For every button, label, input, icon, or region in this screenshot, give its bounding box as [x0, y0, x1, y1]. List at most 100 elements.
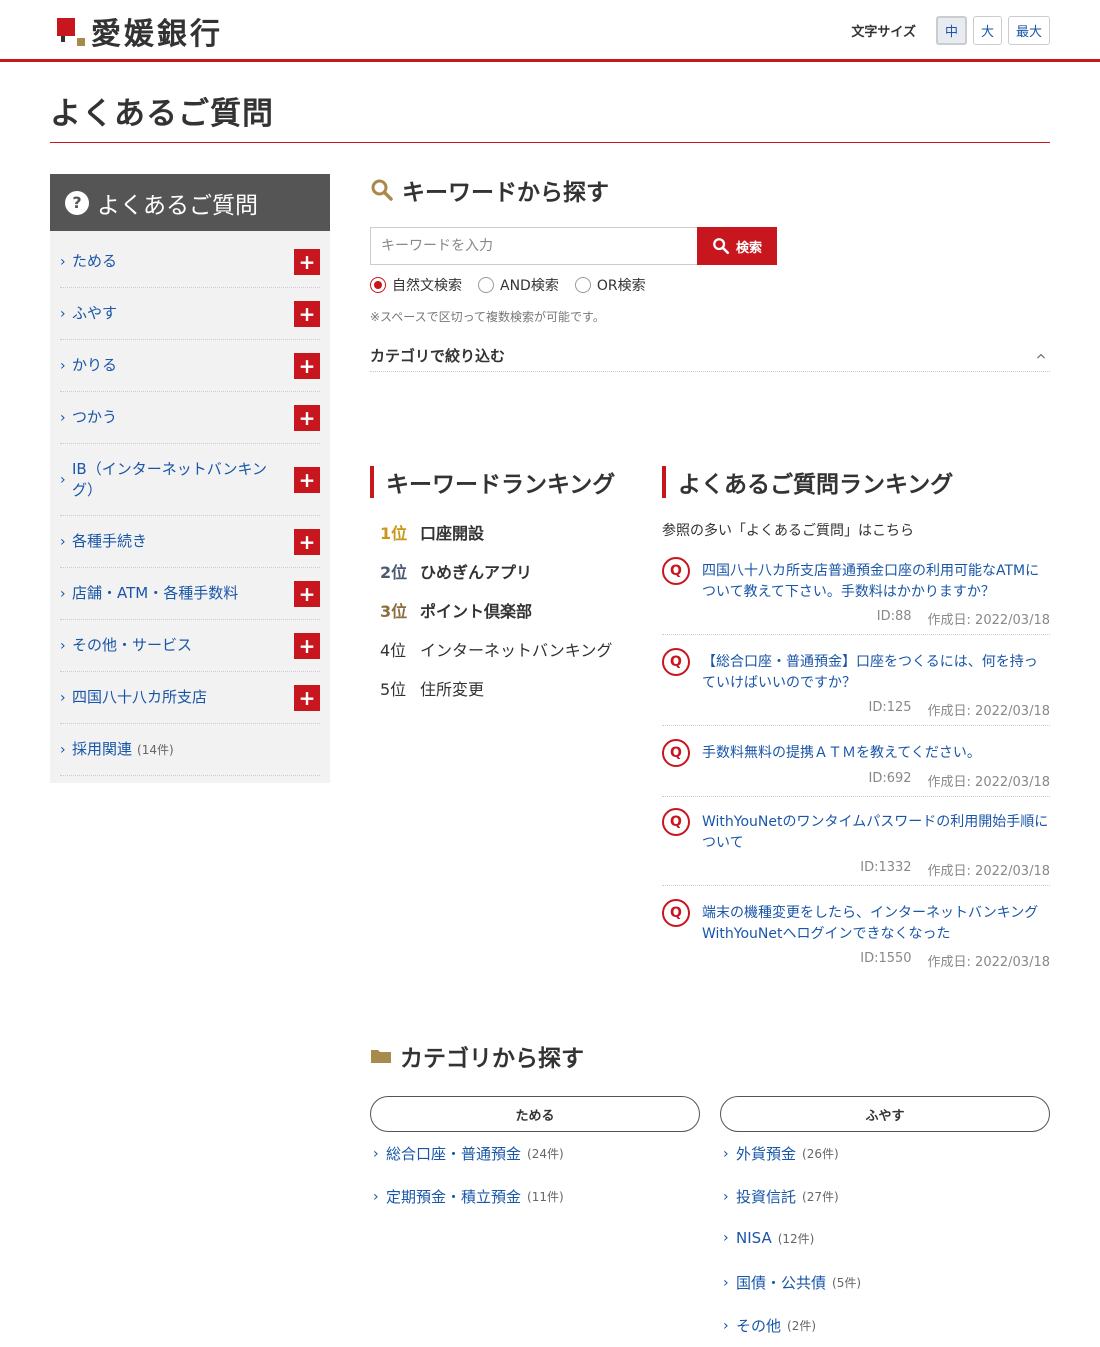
- sidebar-item-tsukau[interactable]: › つかう +: [60, 392, 320, 444]
- faq-date: 作成日: 2022/03/18: [927, 864, 1050, 879]
- sidebar-item-label: つかう: [72, 408, 118, 426]
- radio-icon[interactable]: [478, 277, 494, 293]
- ranking-keyword: インターネットバンキング: [420, 641, 613, 660]
- sidebar-item-recruit[interactable]: › 採用関連 (14件): [60, 724, 320, 776]
- category-link[interactable]: › 定期預金・積立預金 (11件): [373, 1186, 564, 1207]
- sidebar-item-tameru[interactable]: › ためる +: [60, 236, 320, 288]
- faq-id: ID:692: [868, 771, 912, 786]
- chevron-right-icon: ›: [60, 471, 66, 488]
- category-link-label: NISA: [736, 1229, 772, 1247]
- expand-plus-icon[interactable]: +: [294, 300, 320, 327]
- category-link-count: (12件): [777, 1231, 815, 1246]
- expand-plus-icon[interactable]: +: [294, 528, 320, 555]
- keyword-ranking-item[interactable]: 1位 口座開設: [380, 520, 484, 544]
- chevron-right-icon: ›: [723, 1317, 729, 1334]
- category-pill-tameru[interactable]: ためる: [370, 1096, 700, 1132]
- faq-question-link[interactable]: 手数料無料の提携ＡＴＭを教えてください。: [702, 743, 1050, 764]
- keyword-ranking-item[interactable]: 3位 ポイント倶楽部: [380, 598, 532, 622]
- chevron-right-icon: ›: [60, 253, 66, 270]
- category-search-title: カテゴリから探す: [400, 1046, 584, 1072]
- ranking-keyword: ポイント倶楽部: [420, 602, 533, 621]
- ranking-keyword: 口座開設: [420, 524, 485, 543]
- faq-ranking-item[interactable]: Q 端末の機種変更をしたら、インターネットバンキングWithYouNetへログイン…: [662, 899, 1050, 977]
- keyword-search-input[interactable]: [370, 227, 697, 265]
- faq-question-link[interactable]: WithYouNetのワンタイムパスワードの利用開始手順について: [702, 812, 1050, 854]
- faq-meta: ID:1332 作成日: 2022/03/18: [860, 860, 1050, 879]
- rank-number: 5位: [380, 680, 407, 699]
- category-link[interactable]: › 国債・公共債 (5件): [723, 1272, 861, 1293]
- keyword-ranking-item[interactable]: 2位 ひめぎんアプリ: [380, 559, 532, 583]
- faq-question-link[interactable]: 【総合口座・普通預金】口座をつくるには、何を持っていけばいいのですか？: [702, 652, 1050, 694]
- faq-date: 作成日: 2022/03/18: [927, 955, 1050, 970]
- sidebar-item-label: その他・サービス: [72, 636, 193, 654]
- sidebar-item-label: 各種手続き: [72, 532, 148, 550]
- q-badge-icon: Q: [662, 648, 690, 676]
- category-pill-fuyasu[interactable]: ふやす: [720, 1096, 1050, 1132]
- category-link[interactable]: › 投資信託 (27件): [723, 1186, 839, 1207]
- faq-ranking-item[interactable]: Q 手数料無料の提携ＡＴＭを教えてください。 ID:692 作成日: 2022/03/…: [662, 739, 1050, 797]
- faq-date: 作成日: 2022/03/18: [927, 704, 1050, 719]
- faq-date: 作成日: 2022/03/18: [927, 613, 1050, 628]
- search-button[interactable]: 検索: [697, 227, 777, 265]
- category-link-label: その他: [736, 1317, 782, 1335]
- font-size-label: 文字サイズ: [851, 25, 916, 40]
- search-mode-natural[interactable]: 自然文検索: [370, 275, 462, 295]
- faq-question-link[interactable]: 端末の機種変更をしたら、インターネットバンキングWithYouNetへログインで…: [702, 903, 1050, 945]
- sidebar-item-procedures[interactable]: › 各種手続き +: [60, 516, 320, 568]
- expand-plus-icon[interactable]: +: [294, 352, 320, 379]
- search-mode-or[interactable]: OR検索: [574, 275, 646, 295]
- logo[interactable]: 愛媛銀行: [57, 12, 223, 52]
- search-note: ※スペースで区切って複数検索が可能です。: [370, 310, 605, 324]
- chevron-up-icon: [1037, 353, 1045, 359]
- chevron-right-icon: ›: [373, 1145, 379, 1162]
- category-link-count: (11件): [527, 1190, 564, 1204]
- category-link-label: 国債・公共債: [736, 1274, 827, 1292]
- font-size-max-button[interactable]: 最大: [1007, 16, 1050, 45]
- folder-icon: [371, 1050, 391, 1063]
- font-size-large-button[interactable]: 大: [972, 16, 1002, 45]
- chevron-right-icon: ›: [60, 741, 66, 758]
- faq-question-link[interactable]: 四国八十八カ所支店普通預金口座の利用可能なATMについて教えて下さい。手数料はか…: [702, 561, 1050, 603]
- sidebar-item-label: 四国八十八カ所支店: [72, 688, 208, 706]
- expand-plus-icon[interactable]: +: [294, 404, 320, 431]
- expand-plus-icon[interactable]: +: [294, 580, 320, 607]
- faq-date: 作成日: 2022/03/18: [927, 775, 1050, 790]
- faq-ranking-item[interactable]: Q WithYouNetのワンタイムパスワードの利用開始手順について ID:1332…: [662, 808, 1050, 886]
- faq-meta: ID:692 作成日: 2022/03/18: [869, 771, 1051, 790]
- sidebar-item-kariru[interactable]: › かりる +: [60, 340, 320, 392]
- keyword-ranking-item[interactable]: 5位 住所変更: [380, 676, 484, 700]
- sidebar-item-fuyasu[interactable]: › ふやす +: [60, 288, 320, 340]
- rank-number: 2位: [380, 563, 408, 582]
- category-link-label: 外貨預金: [736, 1145, 797, 1163]
- expand-plus-icon[interactable]: +: [294, 632, 320, 659]
- radio-icon[interactable]: [574, 277, 591, 293]
- question-icon: ?: [65, 190, 89, 215]
- chevron-right-icon: ›: [60, 533, 66, 550]
- keyword-ranking-item[interactable]: 4位 インターネットバンキング: [380, 637, 612, 661]
- faq-ranking-item[interactable]: Q 四国八十八カ所支店普通預金口座の利用可能なATMについて教えて下さい。手数料は…: [662, 557, 1050, 635]
- sidebar-item-other-services[interactable]: › その他・サービス +: [60, 620, 320, 672]
- faq-ranking-item[interactable]: Q 【総合口座・普通預金】口座をつくるには、何を持っていけばいいのですか？ ID:1…: [662, 648, 1050, 726]
- expand-plus-icon[interactable]: +: [294, 684, 320, 711]
- rank-number: 1位: [380, 524, 408, 543]
- chevron-right-icon: ›: [723, 1145, 729, 1162]
- category-link[interactable]: › 外貨預金 (26件): [723, 1143, 839, 1164]
- q-badge-icon: Q: [662, 739, 690, 767]
- radio-selected-icon[interactable]: [370, 277, 386, 293]
- search-mode-and[interactable]: AND検索: [478, 275, 559, 295]
- category-link[interactable]: › その他 (2件): [723, 1315, 816, 1336]
- sidebar-item-shikoku88[interactable]: › 四国八十八カ所支店 +: [60, 672, 320, 724]
- category-search-heading: カテゴリから探す: [370, 1040, 584, 1072]
- category-filter-toggle[interactable]: カテゴリで絞り込む: [370, 340, 1050, 372]
- sidebar-item-ib[interactable]: › IB（インターネットバンキング） +: [60, 444, 320, 516]
- category-link[interactable]: › NISA (12件): [723, 1229, 814, 1247]
- category-link[interactable]: › 総合口座・普通預金 (24件): [373, 1143, 564, 1164]
- sidebar-item-stores-atm-fees[interactable]: › 店舗・ATM・各種手数料 +: [60, 568, 320, 620]
- search-mode-options: 自然文検索 AND検索 OR検索: [370, 275, 646, 295]
- expand-plus-icon[interactable]: +: [294, 466, 320, 493]
- chevron-right-icon: ›: [723, 1188, 729, 1205]
- keyword-ranking-title: キーワードランキング: [386, 472, 616, 498]
- chevron-right-icon: ›: [60, 585, 66, 602]
- font-size-medium-button[interactable]: 中: [935, 16, 967, 45]
- expand-plus-icon[interactable]: +: [294, 248, 320, 275]
